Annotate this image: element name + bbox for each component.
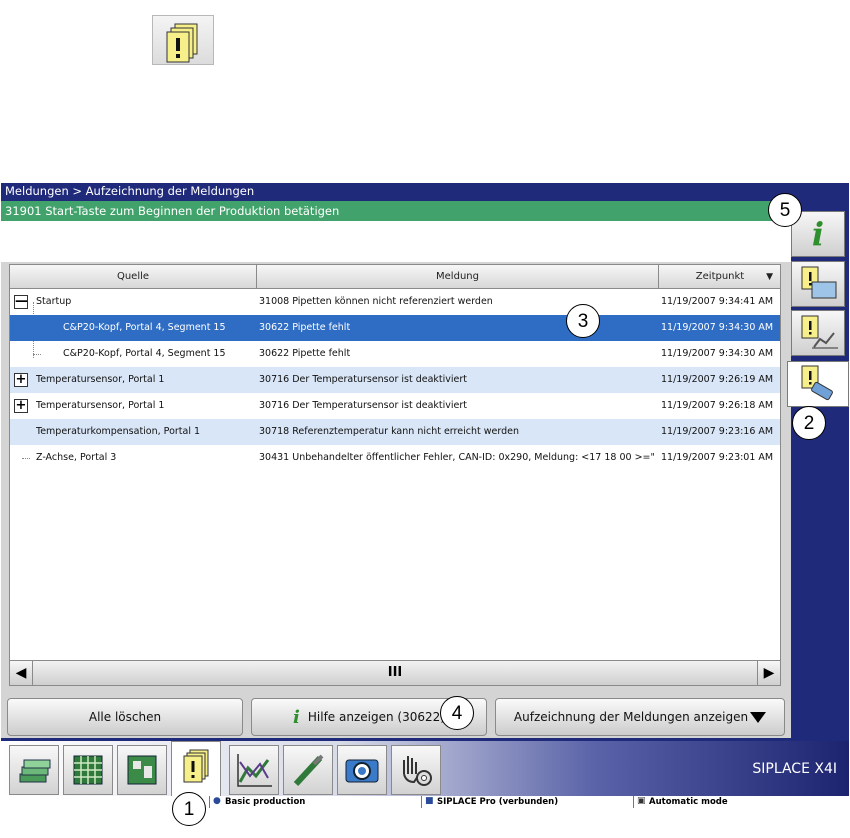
cell-message: 30431 Unbehandelter öffentlicher Fehler,… bbox=[259, 452, 655, 463]
cell-time: 11/19/2007 9:23:01 AM bbox=[661, 452, 774, 463]
sort-down-icon: ▼ bbox=[766, 272, 773, 282]
show-help-label: Hilfe anzeigen (30622) bbox=[307, 710, 445, 724]
scrollbar-thumb[interactable]: III bbox=[33, 660, 757, 686]
info-icon: i bbox=[293, 706, 300, 728]
cell-source: Startup bbox=[36, 296, 72, 307]
message-log-icon bbox=[801, 365, 833, 401]
callout-5: 5 bbox=[768, 193, 802, 227]
mode-icon: ▣ bbox=[637, 796, 646, 806]
column-header-message[interactable]: Meldung bbox=[257, 265, 659, 289]
action-button-bar: Alle löschen i Hilfe anzeigen (30622) Auf… bbox=[1, 690, 791, 738]
messages-display-button[interactable] bbox=[791, 261, 845, 307]
current-message-bar: 31901 Start-Taste zum Beginnen der Produ… bbox=[1, 201, 791, 221]
camera-icon bbox=[345, 759, 379, 783]
message-log-table: Quelle Meldung Zeitpunkt ▼ — Startup 3100… bbox=[9, 264, 781, 684]
table-row[interactable]: Temperaturkompensation, Portal 1 30718 R… bbox=[10, 419, 780, 445]
table-row[interactable]: C&P20-Kopf, Portal 4, Segment 15 30622 P… bbox=[10, 341, 780, 367]
message-monitor-icon bbox=[801, 266, 837, 299]
column-header-time[interactable]: Zeitpunkt ▼ bbox=[659, 265, 780, 289]
cell-message: 30718 Referenztemperatur kann nicht erre… bbox=[259, 426, 519, 437]
cell-time: 11/19/2007 9:26:19 AM bbox=[661, 374, 774, 385]
info-icon: i bbox=[811, 215, 825, 253]
callout-3: 3 bbox=[566, 304, 600, 338]
cell-message: 30716 Der Temperatursensor ist deaktivie… bbox=[259, 400, 468, 411]
table-header: Quelle Meldung Zeitpunkt ▼ bbox=[10, 265, 780, 289]
cell-source: Temperaturkompensation, Portal 1 bbox=[36, 426, 201, 437]
system-status-bar: ● Basic production ■ SIPLACE Pro (verbun… bbox=[1, 796, 849, 808]
cell-time: 11/19/2007 9:23:16 AM bbox=[661, 426, 774, 437]
cell-time: 11/19/2007 9:34:30 AM bbox=[661, 322, 774, 333]
network-icon: ■ bbox=[425, 796, 434, 806]
messages-icon bbox=[152, 15, 214, 65]
status-separator bbox=[421, 796, 422, 808]
connection-status: SIPLACE Pro (verbunden) bbox=[437, 797, 559, 807]
horizontal-scrollbar[interactable]: ◀ III ▶ bbox=[9, 660, 781, 686]
machine-screen: Meldungen > Aufzeichnung der Meldungen 3… bbox=[1, 183, 849, 808]
clear-all-button[interactable]: Alle löschen bbox=[7, 698, 243, 736]
message-log-button[interactable] bbox=[787, 361, 849, 407]
status-separator bbox=[209, 796, 210, 808]
cell-source: Temperatursensor, Portal 1 bbox=[36, 374, 165, 385]
cell-message: 30716 Der Temperatursensor ist deaktivie… bbox=[259, 374, 468, 385]
column-header-time-label: Zeitpunkt bbox=[695, 271, 745, 282]
nav-service-button[interactable] bbox=[391, 745, 441, 795]
show-log-label: Aufzeichnung der Meldungen anzeigen bbox=[513, 710, 749, 724]
callout-1: 1 bbox=[172, 792, 206, 826]
message-chart-icon bbox=[801, 315, 838, 349]
mode-status: Automatic mode bbox=[649, 797, 728, 807]
messages-icon bbox=[183, 749, 209, 783]
nav-tools-button[interactable] bbox=[283, 745, 333, 795]
hand-gear-icon bbox=[403, 756, 432, 786]
scroll-right-icon[interactable]: ▶ bbox=[757, 660, 781, 686]
expand-icon[interactable]: + bbox=[14, 373, 28, 387]
navigation-tray: SIPLACE X4I bbox=[1, 741, 849, 797]
circuit-board-icon bbox=[127, 755, 157, 785]
chart-icon bbox=[237, 754, 272, 787]
messages-statistics-button[interactable] bbox=[791, 310, 845, 356]
grid-icon bbox=[73, 755, 103, 785]
callout-4: 4 bbox=[440, 696, 474, 730]
table-row[interactable]: Z-Achse, Portal 3 30431 Unbehandelter öf… bbox=[10, 445, 780, 471]
table-row[interactable]: — Startup 31008 Pipetten können nicht re… bbox=[10, 289, 780, 315]
expand-icon[interactable]: + bbox=[14, 399, 28, 413]
table-row[interactable]: + Temperatursensor, Portal 1 30716 Der T… bbox=[10, 367, 780, 393]
cell-time: 11/19/2007 9:34:41 AM bbox=[661, 296, 774, 307]
cell-source: Temperatursensor, Portal 1 bbox=[36, 400, 165, 411]
nozzle-tool-icon bbox=[293, 754, 324, 787]
table-row-selected[interactable]: C&P20-Kopf, Portal 4, Segment 15 30622 P… bbox=[10, 315, 780, 341]
user-icon: ● bbox=[213, 796, 221, 806]
nav-messages-button[interactable] bbox=[171, 741, 221, 797]
machine-brand: SIPLACE X4I bbox=[752, 761, 837, 777]
dropdown-arrow-icon bbox=[750, 712, 767, 723]
breadcrumb: Meldungen > Aufzeichnung der Meldungen bbox=[5, 184, 255, 198]
cell-source: C&P20-Kopf, Portal 4, Segment 15 bbox=[63, 322, 226, 333]
collapse-icon[interactable]: — bbox=[14, 295, 28, 309]
show-log-dropdown-button[interactable]: Aufzeichnung der Meldungen anzeigen bbox=[495, 698, 785, 736]
cell-time: 11/19/2007 9:34:30 AM bbox=[661, 348, 774, 359]
message-area bbox=[1, 221, 791, 262]
nav-feeder-button[interactable] bbox=[63, 745, 113, 795]
scroll-left-icon[interactable]: ◀ bbox=[9, 660, 33, 686]
callout-2: 2 bbox=[792, 406, 826, 440]
cell-source: C&P20-Kopf, Portal 4, Segment 15 bbox=[63, 348, 226, 359]
stack-icon bbox=[19, 759, 51, 783]
column-header-source[interactable]: Quelle bbox=[10, 265, 257, 289]
nav-statistics-button[interactable] bbox=[229, 745, 279, 795]
production-status: Basic production bbox=[225, 797, 306, 807]
nav-camera-button[interactable] bbox=[337, 745, 387, 795]
status-separator bbox=[633, 796, 634, 808]
nav-setup-button[interactable] bbox=[9, 745, 59, 795]
content-area: Quelle Meldung Zeitpunkt ▼ — Startup 3100… bbox=[1, 262, 791, 690]
nav-board-button[interactable] bbox=[117, 745, 167, 795]
cell-time: 11/19/2007 9:26:18 AM bbox=[661, 400, 774, 411]
cell-source: Z-Achse, Portal 3 bbox=[36, 452, 117, 463]
cell-message: 30622 Pipette fehlt bbox=[259, 348, 351, 359]
table-row[interactable]: + Temperatursensor, Portal 1 30716 Der T… bbox=[10, 393, 780, 419]
